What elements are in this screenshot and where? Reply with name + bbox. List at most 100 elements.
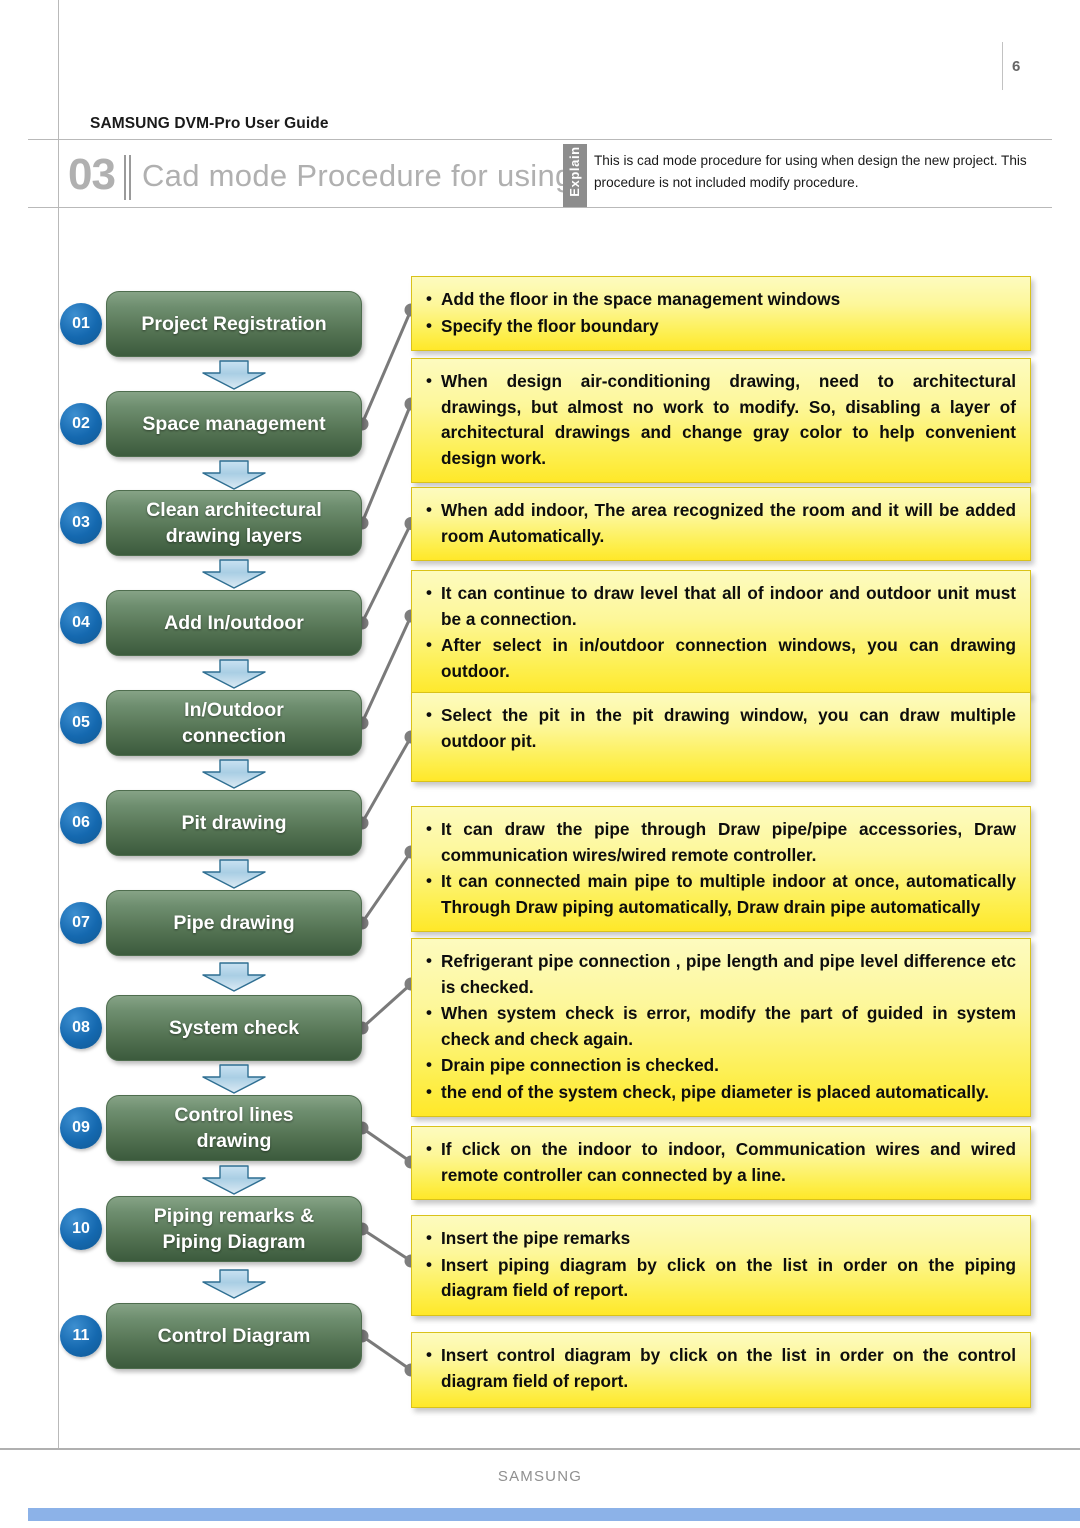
flow-step-box[interactable]: Control Diagram [106, 1303, 362, 1369]
callout-bullet-text: If click on the indoor to indoor, Commun… [441, 1139, 1016, 1185]
flow-down-arrow-icon [201, 658, 267, 690]
callout-bullet: Insert piping diagram by click on the li… [424, 1252, 1016, 1304]
connector-line [360, 736, 413, 824]
step-number-badge: 03 [60, 502, 102, 544]
callout-box: Insert control diagram by click on the l… [411, 1332, 1031, 1408]
callout-bullet-list: If click on the indoor to indoor, Commun… [424, 1136, 1016, 1188]
callout-bullet: Insert control diagram by click on the l… [424, 1342, 1016, 1394]
running-head: SAMSUNG DVM-Pro User Guide [90, 115, 329, 132]
callout-bullet: It can connected main pipe to multiple i… [424, 868, 1016, 920]
callout-bullet-list: When add indoor, The area recognized the… [424, 497, 1016, 549]
step-number: 05 [72, 714, 90, 731]
callout-box: Add the floor in the space management wi… [411, 276, 1031, 351]
callout-bullet-list: It can continue to draw level that all o… [424, 580, 1016, 684]
flow-step-label: Project Registration [141, 313, 327, 335]
flow-step-label: Pipe drawing [173, 912, 295, 934]
callout-bullet-text: When add indoor, The area recognized the… [441, 500, 1016, 546]
callout-bullet-list: When design air-conditioning drawing, ne… [424, 368, 1016, 471]
callout-bullet-text: It can draw the pipe through Draw pipe/p… [441, 819, 1016, 865]
callout-bullet-text: Specify the floor boundary [441, 315, 659, 336]
connector-line [360, 403, 413, 524]
callout-bullet: Refrigerant pipe connection , pipe lengt… [424, 948, 1016, 1000]
step-number: 10 [72, 1220, 90, 1237]
flow-step-box[interactable]: Clean architectural drawing layers [106, 490, 362, 556]
callout-bullet-text: When design air-conditioning drawing, ne… [441, 371, 1016, 468]
callout-bullet-text: It can continue to draw level that all o… [441, 583, 1016, 629]
connector-line [360, 309, 413, 425]
flow-step-box[interactable]: System check [106, 995, 362, 1061]
callout-bullet: the end of the system check, pipe diamet… [424, 1079, 1016, 1106]
callout-bullet: Add the floor in the space management wi… [424, 286, 1016, 313]
callout-bullet: Select the pit in the pit drawing window… [424, 702, 1016, 754]
flow-down-arrow-icon [201, 459, 267, 491]
flow-step-box[interactable]: Control lines drawing [106, 1095, 362, 1161]
explain-tab: Explain [563, 144, 587, 207]
callout-bullet-text: When system check is error, modify the p… [441, 1003, 1016, 1049]
flow-down-arrow-icon [201, 359, 267, 391]
step-number-badge: 05 [60, 702, 102, 744]
step-number-badge: 07 [60, 902, 102, 944]
callout-bullet-text: Insert control diagram by click on the l… [441, 1345, 1016, 1391]
flow-down-arrow-icon [201, 1063, 267, 1095]
callout-bullet: Insert the pipe remarks [424, 1225, 1016, 1252]
flow-down-arrow-icon [201, 1268, 267, 1300]
callout-bullet: When add indoor, The area recognized the… [424, 497, 1016, 549]
chapter-divider-bars [124, 155, 132, 200]
flow-step-label: In/Outdoor connection [181, 699, 286, 747]
step-number-badge: 06 [60, 802, 102, 844]
step-number-badge: 01 [60, 303, 102, 345]
callout-bullet-text: Refrigerant pipe connection , pipe lengt… [441, 951, 1016, 997]
explain-tab-label: Explain [567, 146, 582, 197]
callout-bullet-list: Add the floor in the space management wi… [424, 286, 1016, 340]
step-number-badge: 02 [60, 403, 102, 445]
step-number-badge: 09 [60, 1107, 102, 1149]
document-page: 6 SAMSUNG DVM-Pro User Guide 03 Cad mode… [0, 0, 1080, 1528]
step-number: 03 [72, 514, 90, 531]
step-number: 08 [72, 1019, 90, 1036]
flow-step-box[interactable]: Add In/outdoor [106, 590, 362, 656]
flow-step-label: Piping remarks & Piping Diagram [153, 1205, 315, 1253]
connector-line [360, 522, 413, 624]
flow-down-arrow-icon [201, 758, 267, 790]
footer-rule [0, 1448, 1080, 1450]
flow-step-box[interactable]: In/Outdoor connection [106, 690, 362, 756]
flow-down-arrow-icon [201, 1164, 267, 1196]
callout-box: If click on the indoor to indoor, Commun… [411, 1126, 1031, 1200]
step-number: 06 [72, 814, 90, 831]
callout-bullet: When system check is error, modify the p… [424, 1000, 1016, 1052]
flow-step-box[interactable]: Pit drawing [106, 790, 362, 856]
callout-bullet-text: Select the pit in the pit drawing window… [441, 705, 1016, 751]
callout-bullet: Drain pipe connection is checked. [424, 1052, 1016, 1079]
callout-bullet: Specify the floor boundary [424, 313, 1016, 340]
callout-bullet-text: Add the floor in the space management wi… [441, 289, 841, 309]
step-number-badge: 10 [60, 1208, 102, 1250]
flow-step-box[interactable]: Pipe drawing [106, 890, 362, 956]
connector-line [361, 1334, 412, 1372]
callout-bullet-text: It can connected main pipe to multiple i… [441, 871, 1016, 917]
step-number-badge: 08 [60, 1007, 102, 1049]
flow-step-box[interactable]: Project Registration [106, 291, 362, 357]
callout-bullet: When design air-conditioning drawing, ne… [424, 368, 1016, 471]
callout-box: Refrigerant pipe connection , pipe lengt… [411, 938, 1031, 1117]
flow-step-box[interactable]: Piping remarks & Piping Diagram [106, 1196, 362, 1262]
callout-bullet-text: Insert the pipe remarks [441, 1228, 631, 1248]
explain-text: This is cad mode procedure for using whe… [594, 153, 1027, 190]
callout-box: When design air-conditioning drawing, ne… [411, 358, 1031, 483]
step-number: 02 [72, 415, 90, 432]
flow-down-arrow-icon [201, 558, 267, 590]
chapter-title: Cad mode Procedure for using [142, 158, 573, 193]
flow-step-box[interactable]: Space management [106, 391, 362, 457]
callout-bullet: After select in in/outdoor connection wi… [424, 632, 1016, 684]
step-number: 01 [72, 315, 90, 332]
flow-step-label: Pit drawing [181, 812, 287, 834]
chapter-number: 03 [68, 150, 116, 199]
callout-box: It can draw the pipe through Draw pipe/p… [411, 806, 1031, 932]
flow-step-label: Add In/outdoor [164, 612, 304, 634]
page-number-rule [1002, 42, 1003, 90]
callout-bullet: It can continue to draw level that all o… [424, 580, 1016, 632]
footer-bar [28, 1508, 1080, 1521]
callout-box: Insert the pipe remarks Insert piping dia… [411, 1215, 1031, 1316]
callout-box: It can continue to draw level that all o… [411, 570, 1031, 696]
callout-box: Select the pit in the pit drawing window… [411, 692, 1031, 782]
step-number: 09 [72, 1119, 90, 1136]
